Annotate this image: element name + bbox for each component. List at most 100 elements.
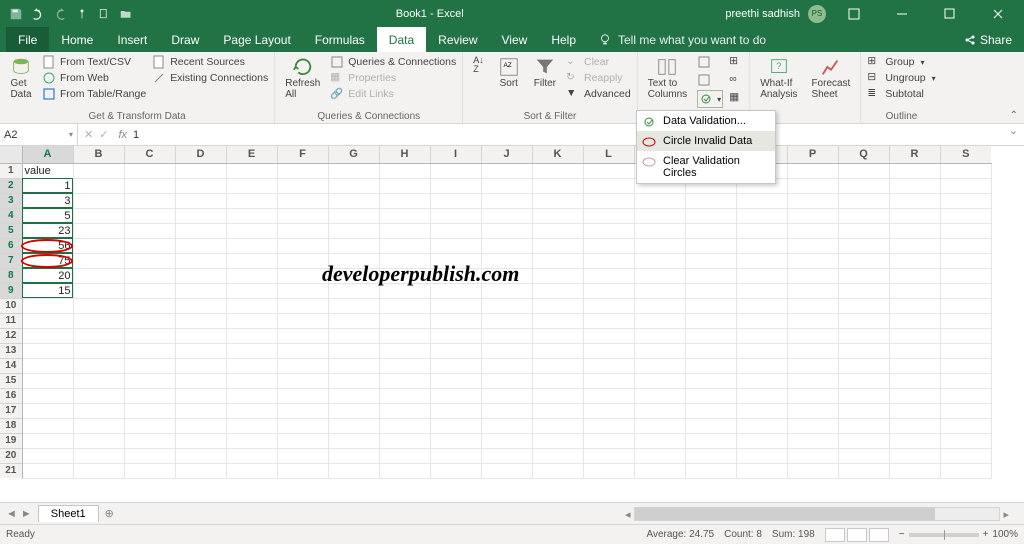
cell[interactable] xyxy=(787,328,838,343)
cell[interactable] xyxy=(430,178,481,193)
cell[interactable] xyxy=(787,358,838,373)
cell[interactable] xyxy=(430,298,481,313)
cell[interactable] xyxy=(685,313,736,328)
cell[interactable] xyxy=(787,178,838,193)
cell[interactable] xyxy=(736,388,787,403)
cell[interactable] xyxy=(22,328,73,343)
cell[interactable] xyxy=(328,163,379,178)
cell[interactable] xyxy=(175,163,226,178)
cell[interactable] xyxy=(889,313,940,328)
cell[interactable] xyxy=(685,403,736,418)
cell[interactable] xyxy=(481,448,532,463)
cell[interactable] xyxy=(736,208,787,223)
chevron-down-icon[interactable]: ▾ xyxy=(69,130,73,139)
cell[interactable] xyxy=(277,403,328,418)
text-to-columns-button[interactable]: Text to Columns xyxy=(644,54,691,102)
cell[interactable] xyxy=(583,313,634,328)
cell[interactable] xyxy=(124,313,175,328)
cell[interactable] xyxy=(583,208,634,223)
cell[interactable] xyxy=(685,193,736,208)
cell[interactable] xyxy=(73,343,124,358)
cell[interactable] xyxy=(838,328,889,343)
cell[interactable] xyxy=(583,223,634,238)
from-web[interactable]: From Web xyxy=(42,70,146,86)
cell[interactable] xyxy=(175,253,226,268)
column-header[interactable]: Q xyxy=(838,146,889,163)
cell[interactable] xyxy=(583,178,634,193)
tab-page-layout[interactable]: Page Layout xyxy=(211,27,302,52)
cell[interactable] xyxy=(226,283,277,298)
fx-icon[interactable]: fx xyxy=(118,129,127,141)
cell[interactable] xyxy=(226,313,277,328)
cell[interactable]: 3 xyxy=(22,193,73,208)
redo-icon[interactable] xyxy=(52,6,68,22)
cell[interactable] xyxy=(73,373,124,388)
cell[interactable] xyxy=(532,268,583,283)
cell[interactable] xyxy=(838,193,889,208)
cell[interactable] xyxy=(175,178,226,193)
cell[interactable] xyxy=(838,358,889,373)
share-button[interactable]: Share xyxy=(964,27,1024,52)
cell[interactable] xyxy=(532,238,583,253)
cell[interactable] xyxy=(532,223,583,238)
cell[interactable] xyxy=(328,193,379,208)
cell[interactable]: 1 xyxy=(22,178,73,193)
cell[interactable] xyxy=(481,268,532,283)
cell[interactable] xyxy=(175,193,226,208)
cell[interactable] xyxy=(328,403,379,418)
cell[interactable] xyxy=(328,358,379,373)
cell[interactable] xyxy=(583,448,634,463)
data-model[interactable]: ▦ xyxy=(729,90,743,106)
cell[interactable] xyxy=(838,463,889,478)
cell[interactable] xyxy=(175,418,226,433)
cell[interactable] xyxy=(277,283,328,298)
close-icon[interactable] xyxy=(978,0,1018,27)
cell[interactable] xyxy=(634,313,685,328)
cell[interactable] xyxy=(379,358,430,373)
column-header[interactable]: S xyxy=(940,146,991,163)
cell[interactable] xyxy=(787,163,838,178)
cell[interactable] xyxy=(787,448,838,463)
cell[interactable] xyxy=(685,283,736,298)
cell[interactable] xyxy=(481,433,532,448)
cell[interactable] xyxy=(430,283,481,298)
cell[interactable] xyxy=(838,223,889,238)
cell[interactable]: 23 xyxy=(22,223,73,238)
cell[interactable] xyxy=(22,433,73,448)
cell[interactable] xyxy=(889,223,940,238)
cell[interactable] xyxy=(787,418,838,433)
cell[interactable]: 20 xyxy=(22,268,73,283)
cell[interactable] xyxy=(889,283,940,298)
cell[interactable] xyxy=(889,433,940,448)
cell[interactable] xyxy=(430,193,481,208)
cell[interactable] xyxy=(328,343,379,358)
cell[interactable] xyxy=(940,223,991,238)
cell[interactable] xyxy=(532,433,583,448)
cell[interactable] xyxy=(583,433,634,448)
cell[interactable] xyxy=(277,253,328,268)
cell[interactable] xyxy=(583,163,634,178)
cell[interactable] xyxy=(940,313,991,328)
cell[interactable] xyxy=(22,313,73,328)
row-header[interactable]: 6 xyxy=(0,238,22,253)
next-sheet-icon[interactable]: ► xyxy=(21,508,32,520)
tab-data[interactable]: Data xyxy=(377,27,426,52)
menu-circle-invalid-data[interactable]: Circle Invalid Data xyxy=(637,131,775,151)
cell[interactable] xyxy=(481,373,532,388)
cell[interactable] xyxy=(838,298,889,313)
name-box[interactable]: A2 ▾ xyxy=(0,124,78,145)
save-icon[interactable] xyxy=(8,6,24,22)
cell[interactable] xyxy=(481,193,532,208)
collapse-ribbon-icon[interactable]: ⌃ xyxy=(1010,110,1018,121)
cell[interactable] xyxy=(226,328,277,343)
cell[interactable] xyxy=(73,448,124,463)
tab-help[interactable]: Help xyxy=(539,27,588,52)
cell[interactable] xyxy=(889,208,940,223)
cell[interactable] xyxy=(685,253,736,268)
from-table-range[interactable]: From Table/Range xyxy=(42,86,146,102)
recent-sources[interactable]: Recent Sources xyxy=(152,54,268,70)
cell[interactable] xyxy=(583,238,634,253)
cell[interactable] xyxy=(226,463,277,478)
cell[interactable] xyxy=(940,373,991,388)
expand-formula-icon[interactable]: ⌄ xyxy=(1003,124,1024,145)
